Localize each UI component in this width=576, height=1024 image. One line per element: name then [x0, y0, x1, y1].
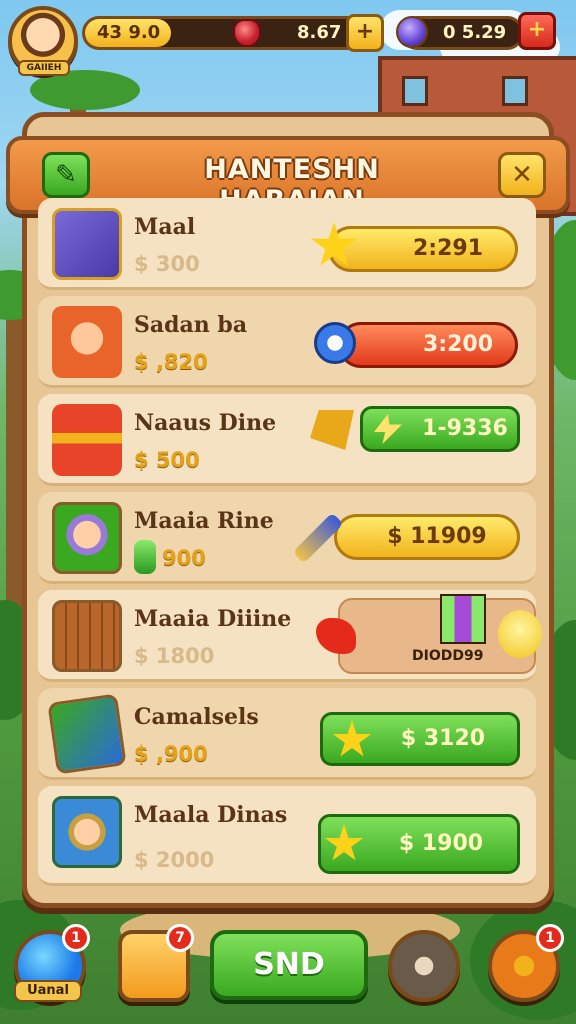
chick-icon — [498, 610, 542, 658]
clock-icon — [314, 322, 356, 364]
shop-item-row[interactable]: Maal $ 300 2:291 — [38, 198, 536, 290]
potion-icon — [134, 540, 156, 574]
buy-button-label: $ 1900 — [398, 831, 484, 856]
item-price: $ ,820 — [134, 350, 208, 374]
item-price: $ ,900 — [134, 742, 208, 766]
close-button[interactable]: ✕ — [498, 152, 546, 198]
crystal-amount: 0 5.29 — [443, 22, 507, 43]
send-button[interactable]: SND — [210, 930, 368, 1000]
shop-item-row[interactable]: Camalsels $ ,900 $ 3120 — [38, 688, 536, 780]
player-name: GAIIEH — [18, 60, 70, 76]
item-name: Camalsels — [134, 704, 259, 730]
notification-badge: 7 — [166, 924, 194, 952]
edit-button[interactable]: ✎ — [42, 152, 90, 198]
shop-item-row[interactable]: Naaus Dine $ 500 1-9336 — [38, 394, 536, 486]
add-crystals-button[interactable]: + — [518, 12, 556, 50]
bundle-offer[interactable]: DIODD99 — [316, 594, 542, 674]
add-gold-button[interactable]: + — [346, 14, 384, 52]
item-price: $ 2000 — [134, 848, 215, 872]
gift-icon — [440, 594, 486, 644]
top-hud: GAIIEH 43 9.0 8.67 + 0 5.29 + — [0, 0, 576, 80]
gold-amount: 43 9.0 — [97, 22, 161, 43]
red-ribbon-icon — [316, 618, 356, 654]
character-portrait-icon — [52, 796, 122, 868]
gem-amount: 8.67 — [297, 22, 342, 43]
shop-item-row[interactable]: Maaia Diiine $ 1800 DIODD99 — [38, 590, 542, 682]
buy-button[interactable]: 3:200 — [338, 322, 518, 368]
buy-button-label: $ 3120 — [400, 726, 486, 751]
bundle-label: DIODD99 — [412, 648, 484, 664]
gold-bar: 43 9.0 8.67 — [82, 16, 372, 50]
compass-button[interactable] — [388, 930, 460, 1002]
shop-item-row[interactable]: Maaia Rine 900 $ 11909 — [38, 492, 536, 584]
buy-button-label: 3:200 — [422, 332, 494, 357]
shop-item-row[interactable]: Sadan ba $ ,820 3:200 — [38, 296, 536, 388]
shop-item-row[interactable]: Maala Dinas $ 2000 $ 1900 — [38, 786, 536, 886]
buy-button-label: 2:291 — [412, 236, 484, 261]
treasure-box-icon — [52, 208, 122, 280]
item-price: 900 — [162, 546, 206, 570]
buy-button[interactable]: 2:291 — [328, 226, 518, 272]
item-price: $ 1800 — [134, 644, 215, 668]
crystal-icon — [396, 16, 428, 48]
crate-icon — [52, 600, 122, 672]
item-name: Sadan ba — [134, 312, 248, 338]
notification-badge: 1 — [62, 924, 90, 952]
map-tree-icon — [47, 693, 127, 775]
item-name: Maala Dinas — [134, 802, 288, 828]
item-price: $ 300 — [134, 252, 200, 276]
item-name: Maaia Diiine — [134, 606, 292, 632]
notification-badge: 1 — [536, 924, 564, 952]
item-price: $ 500 — [134, 448, 200, 472]
character-portrait-icon — [52, 502, 122, 574]
map-nav-label: Uanal — [14, 980, 82, 1002]
gem-icon — [233, 19, 261, 47]
buy-button[interactable]: $ 11909 — [334, 514, 520, 560]
buy-button-label: $ 11909 — [387, 524, 487, 549]
item-name: Maaia Rine — [134, 508, 274, 534]
gem-icon — [310, 410, 354, 450]
buy-button-label: 1-9336 — [422, 416, 508, 441]
character-portrait-icon — [52, 306, 122, 378]
gift-box-icon — [52, 404, 122, 476]
item-name: Maal — [134, 214, 196, 240]
item-name: Naaus Dine — [134, 410, 277, 436]
